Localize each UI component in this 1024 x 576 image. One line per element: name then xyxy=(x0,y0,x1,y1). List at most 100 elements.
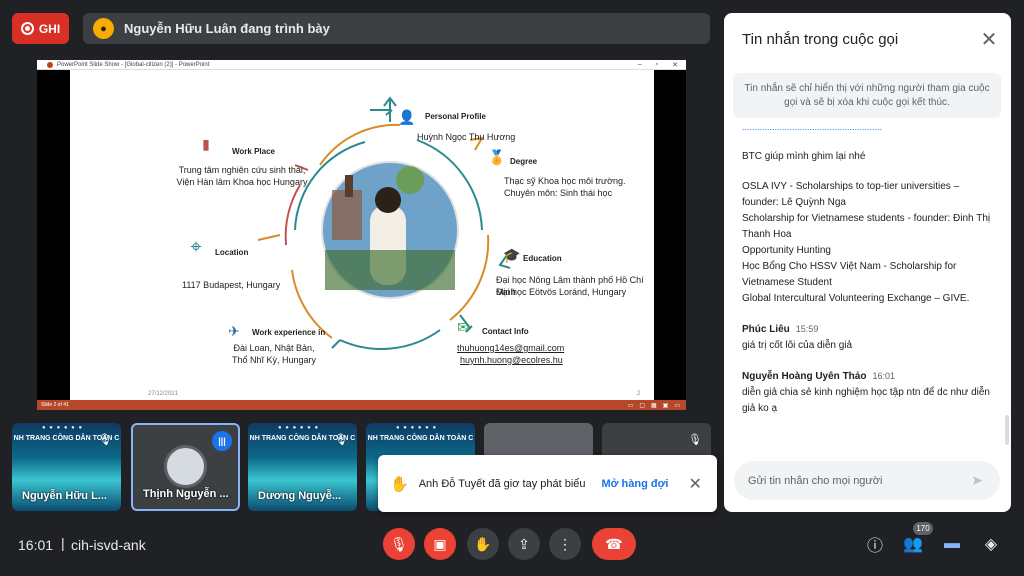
open-queue-button[interactable]: Mở hàng đợi xyxy=(602,478,669,490)
message-text: BTC giúp mình ghim lại nhé xyxy=(742,151,866,162)
slide-sorter-icon[interactable]: ▦ xyxy=(651,402,657,409)
people-icon[interactable]: 👥 xyxy=(902,533,924,555)
present-button[interactable]: ⇪ xyxy=(508,528,540,560)
hand-icon: ✋ xyxy=(390,475,409,493)
truncated-link[interactable]: ........................................… xyxy=(742,125,994,131)
camera-toggle-button[interactable]: ▣ xyxy=(424,528,456,560)
sender-name: Nguyễn Hoàng Uyên Thảo xyxy=(742,371,867,382)
toast-text: Anh Đỗ Tuyết đã giơ tay phát biểu xyxy=(418,477,586,490)
participant-name: Nguyễn Hữu L... xyxy=(22,490,107,502)
participant-tile[interactable]: ● ● ● ● ● ● NH TRANG CÔNG DÂN TOÀN C 🎙 D… xyxy=(248,423,357,511)
slide-date: 27/12/2021 xyxy=(148,391,179,397)
message-line: OSLA IVY - Scholarships to top-tier univ… xyxy=(742,181,960,208)
window-close-icon[interactable]: ✕ xyxy=(672,61,678,69)
slideshow-icon[interactable]: ▭ xyxy=(674,402,680,409)
meeting-code: cih-isvd-ank xyxy=(71,537,146,553)
degree-line2: Chuyên môn: Sinh thái học xyxy=(504,188,613,198)
participant-name: Thịnh Nguyễn ... xyxy=(143,488,229,500)
mic-off-icon: 🎙 xyxy=(390,535,408,552)
powerpoint-icon xyxy=(47,61,53,68)
chat-title: Tin nhắn trong cuộc gọi xyxy=(742,31,899,48)
mic-off-icon: 🎙 xyxy=(98,433,112,446)
mic-toggle-button[interactable]: 🎙 xyxy=(383,528,415,560)
recording-label: GHI xyxy=(38,21,61,36)
work-experience-line1: Đài Loan, Nhật Bản, xyxy=(233,343,315,353)
cycle-arcs xyxy=(257,96,511,350)
leave-call-button[interactable]: ☎ xyxy=(592,528,636,560)
minimize-icon[interactable]: – xyxy=(638,61,642,69)
chat-message: OSLA IVY - Scholarships to top-tier univ… xyxy=(742,179,994,307)
flags-decoration: ● ● ● ● ● ● xyxy=(42,425,84,431)
more-vert-icon: ⋮ xyxy=(558,535,572,552)
flags-decoration: ● ● ● ● ● ● xyxy=(396,425,438,431)
work-place-line1: Trung tâm nghiên cứu sinh thái, xyxy=(178,165,306,175)
tile-banner: NH TRANG CÔNG DÂN TOÀN C xyxy=(367,435,474,442)
send-icon[interactable]: ➤ xyxy=(968,472,986,490)
education-label: Education xyxy=(523,254,562,263)
message-line: Scholarship for Vietnamese students - fo… xyxy=(742,213,991,240)
work-experience-line2: Thổ Nhĩ Kỳ, Hungary xyxy=(231,355,317,365)
mic-off-icon: 🎙 xyxy=(688,433,702,446)
reading-view-icon[interactable]: ▣ xyxy=(663,402,669,409)
graduation-cap-icon: 🎓 xyxy=(503,246,521,263)
more-options-button[interactable]: ⋮ xyxy=(549,528,581,560)
email-link-1[interactable]: thuhuong14es@gmail.com xyxy=(457,342,564,354)
activities-icon[interactable]: ◈ xyxy=(980,533,1002,555)
record-icon xyxy=(20,22,34,35)
participant-name: Dương Nguyễ... xyxy=(258,490,342,502)
slide-page-number: 2 xyxy=(637,391,641,397)
email-link-2[interactable]: huynh.huong@ecolres.hu xyxy=(460,354,563,366)
message-line: Opportunity Hunting xyxy=(742,245,831,256)
work-place-label: Work Place xyxy=(232,147,275,156)
camera-off-icon: ▣ xyxy=(433,535,447,552)
message-line: Học Bổng Cho HSSV Việt Nam - Scholarship… xyxy=(742,261,957,288)
present-screen-icon: ⇪ xyxy=(518,535,530,552)
phone-hangup-icon: ☎ xyxy=(605,535,623,552)
notes-icon[interactable]: ▭ xyxy=(628,402,634,409)
personal-profile-value: Huỳnh Ngọc Thu Hương xyxy=(417,132,516,142)
chat-messages: ........................................… xyxy=(742,125,994,455)
info-icon[interactable]: ⓘ xyxy=(864,533,886,555)
education-line2: Đại học Eötvös Loránd, Hungary xyxy=(496,287,627,297)
location-label: Location xyxy=(215,248,249,257)
message-time: 15:59 xyxy=(795,324,819,334)
recording-indicator[interactable]: GHI xyxy=(12,13,69,44)
work-experience-label: Work experience in xyxy=(252,328,326,337)
participant-tile[interactable]: ||| Thịnh Nguyễn ... xyxy=(131,423,240,511)
participant-tile[interactable]: ● ● ● ● ● ● NH TRANG CÔNG DÂN TOÀN C 🎙 N… xyxy=(12,423,121,511)
close-icon[interactable]: ✕ xyxy=(978,28,1000,51)
maximize-icon[interactable]: ▫ xyxy=(656,61,658,69)
location-value: 1117 Budapest, Hungary xyxy=(182,280,281,290)
chat-notice: Tin nhắn sẽ chỉ hiển thị với những người… xyxy=(733,73,1001,118)
chat-input[interactable] xyxy=(748,474,968,487)
contact-info-label: Contact Info xyxy=(482,327,529,336)
presenter-text: Nguyễn Hữu Luân đang trình bày xyxy=(124,21,330,36)
normal-view-icon[interactable]: ▢ xyxy=(639,402,645,409)
chat-message: Phúc Liêu 15:59 giá trị cốt lõi của diễn … xyxy=(742,321,994,354)
message-line: Global Intercultural Volunteering Exchan… xyxy=(742,293,970,304)
close-icon[interactable]: ✕ xyxy=(688,474,701,494)
chat-scrollbar[interactable] xyxy=(1005,415,1009,445)
chat-message: BTC giúp mình ghim lại nhé xyxy=(742,149,994,165)
chat-icon[interactable]: ▬ xyxy=(941,533,963,555)
chat-message: Nguyễn Hoàng Uyên Thảo 16:01 diễn giả chi… xyxy=(742,368,994,417)
degree-line1: Thạc sỹ Khoa học môi trường. xyxy=(504,176,626,186)
message-text: diễn giả chia sẻ kinh nghiệm học tập ntn… xyxy=(742,387,990,414)
slide-counter: Slide 2 of 41 xyxy=(41,402,69,408)
mic-off-icon: 🎙 xyxy=(334,433,348,446)
message-text: giá trị cốt lõi của diễn giả xyxy=(742,340,853,351)
raise-hand-button[interactable]: ✋ xyxy=(467,528,499,560)
presenter-avatar-icon: ● xyxy=(93,18,114,39)
personal-profile-label: Personal Profile xyxy=(425,112,486,121)
clock: 16:01 xyxy=(18,537,54,553)
airplane-icon: ✈ xyxy=(228,322,240,339)
raise-hand-toast: ✋ Anh Đỗ Tuyết đã giơ tay phát biểu Mở h… xyxy=(378,455,717,512)
ppt-titlebar: PowerPoint Slide Show - [Global-citizen … xyxy=(37,60,686,70)
chat-panel: Tin nhắn trong cuộc gọi ✕ Tin nhắn sẽ ch… xyxy=(724,13,1011,512)
slide: 👤 Personal Profile Huỳnh Ngọc Thu Hương … xyxy=(70,70,654,400)
chat-input-box: ➤ xyxy=(734,461,1000,500)
message-time: 16:01 xyxy=(872,371,895,381)
person-icon: 👤 xyxy=(398,108,416,125)
email-icon: ✉ xyxy=(457,318,469,335)
participants-count-badge: 170 xyxy=(913,522,933,535)
